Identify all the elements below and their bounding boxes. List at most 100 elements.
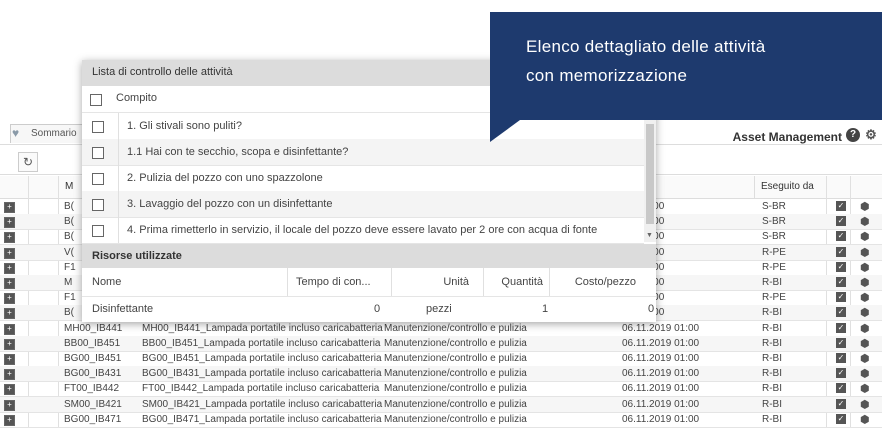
resources-title: Risorse utilizzate <box>92 250 182 262</box>
cell-executed-by: R-BI <box>762 322 782 334</box>
table-row[interactable]: + BG00_IB471 BG00_IB471_Lampada portatile … <box>0 412 882 428</box>
asset-cube-icon[interactable]: ⬢ <box>860 337 870 352</box>
expand-row-icon[interactable]: + <box>4 384 15 396</box>
task-row[interactable]: 3. Lavaggio del pozzo con un disinfettan… <box>82 191 644 218</box>
gear-icon[interactable]: ⚙ <box>864 128 878 142</box>
expand-row-icon[interactable]: + <box>4 369 15 381</box>
task-row[interactable]: 1.1 Hai con te secchio, scopa e disinfet… <box>82 139 644 166</box>
row-checkbox[interactable]: ✓ <box>836 322 846 333</box>
task-checkbox[interactable] <box>92 121 104 133</box>
asset-cube-icon[interactable]: ⬢ <box>860 367 870 382</box>
row-checkbox[interactable]: ✓ <box>836 201 846 211</box>
row-checkbox[interactable]: ✓ <box>836 261 846 272</box>
task-row[interactable]: 4. Prima rimetterlo in servizio, il loca… <box>82 217 644 244</box>
cell-executed-by: R-PE <box>762 246 786 258</box>
cell-executed-by: R-BI <box>762 368 782 380</box>
asset-cube-icon[interactable]: ⬢ <box>860 291 870 306</box>
asset-cube-icon[interactable]: ⬢ <box>860 382 870 397</box>
asset-cube-icon[interactable]: ⬢ <box>860 306 870 321</box>
table-row[interactable]: + MH00_IB441 MH00_IB441_Lampada portatile … <box>0 321 882 337</box>
dialog-title: Lista di controllo delle attività <box>92 66 233 78</box>
row-checkbox[interactable]: ✓ <box>836 413 846 424</box>
row-checkbox[interactable]: ✓ <box>836 216 846 227</box>
task-checkbox[interactable] <box>92 173 104 185</box>
row-checkbox[interactable]: ✓ <box>836 292 846 303</box>
cell-executed-by: R-PE <box>762 261 786 273</box>
resource-quantita: 1 <box>542 303 549 315</box>
table-row[interactable]: + BB00_IB451 BB00_IB451_Lampada portatile … <box>0 335 882 352</box>
expand-row-icon[interactable]: + <box>4 399 15 411</box>
task-label: 2. Pulizia del pozzo con uno spazzolone <box>118 165 323 191</box>
cell-type: Manutenzione/controllo e pulizia <box>384 337 527 349</box>
expand-row-icon[interactable]: + <box>4 338 15 350</box>
task-checkbox[interactable] <box>92 199 104 211</box>
expand-row-icon[interactable]: + <box>4 202 15 213</box>
expand-row-icon[interactable]: + <box>4 217 15 229</box>
cell-executed-by: S-BR <box>762 216 786 228</box>
row-checkbox[interactable]: ✓ <box>836 398 846 409</box>
cell-executed-by: R-BI <box>762 337 782 349</box>
callout-tail <box>490 120 520 142</box>
asset-cube-icon[interactable]: ⬢ <box>860 413 870 428</box>
asset-cube-icon[interactable]: ⬢ <box>860 322 870 337</box>
task-row[interactable]: 2. Pulizia del pozzo con uno spazzolone <box>82 165 644 192</box>
column-header-nome[interactable]: Nome <box>82 268 288 296</box>
expand-row-icon[interactable]: + <box>4 293 15 305</box>
expand-row-icon[interactable]: + <box>4 354 15 365</box>
table-row[interactable]: + SM00_IB421 SM00_IB421_Lampada portatile … <box>0 396 882 413</box>
cell-type: Manutenzione/controllo e pulizia <box>384 383 527 395</box>
asset-cube-icon[interactable]: ⬢ <box>860 246 870 261</box>
column-header-unita[interactable]: Unità <box>392 268 484 296</box>
asset-cube-icon[interactable]: ⬢ <box>860 352 870 367</box>
asset-cube-icon[interactable]: ⬢ <box>860 398 870 413</box>
scroll-down-icon[interactable]: ▼ <box>646 232 653 239</box>
row-checkbox[interactable]: ✓ <box>836 337 846 348</box>
column-header-tempo[interactable]: Tempo di con... <box>288 268 392 296</box>
refresh-icon[interactable]: ↻ <box>18 152 38 172</box>
expand-row-icon[interactable]: + <box>4 414 15 426</box>
resource-nome: Disinfettante <box>92 303 154 315</box>
row-checkbox[interactable]: ✓ <box>836 307 846 318</box>
cell-id: B( <box>64 216 74 228</box>
asset-cube-icon[interactable]: ⬢ <box>860 230 870 245</box>
cell-type: Manutenzione/controllo e pulizia <box>384 398 527 410</box>
cell-type: Manutenzione/controllo e pulizia <box>384 368 527 380</box>
cell-date: 06.11.2019 01:00 <box>622 353 700 364</box>
help-icon[interactable]: ? <box>846 128 860 142</box>
resource-costo: 0 <box>648 303 655 315</box>
row-checkbox[interactable]: ✓ <box>836 277 846 287</box>
task-checkbox[interactable] <box>92 225 104 237</box>
select-all-checkbox[interactable] <box>90 94 102 106</box>
row-checkbox[interactable]: ✓ <box>836 368 846 379</box>
row-checkbox[interactable]: ✓ <box>836 246 846 257</box>
cell-executed-by: R-BI <box>762 398 782 410</box>
cell-name: BG00_IB451_Lampada portatile incluso car… <box>142 353 382 364</box>
column-header-costo[interactable]: Costo/pezzo <box>550 268 644 296</box>
expand-row-icon[interactable]: + <box>4 308 15 320</box>
column-header-quantita[interactable]: Quantità <box>484 268 550 296</box>
asset-cube-icon[interactable]: ⬢ <box>860 200 870 215</box>
expand-row-icon[interactable]: + <box>4 323 15 335</box>
expand-row-icon[interactable]: + <box>4 278 15 289</box>
task-label: 4. Prima rimetterlo in servizio, il loca… <box>118 217 597 243</box>
expand-row-icon[interactable]: + <box>4 232 15 244</box>
asset-cube-icon[interactable]: ⬢ <box>860 276 870 291</box>
row-checkbox[interactable]: ✓ <box>836 353 846 363</box>
asset-cube-icon[interactable]: ⬢ <box>860 215 870 230</box>
expand-row-icon[interactable]: + <box>4 262 15 274</box>
table-row[interactable]: + BG00_IB451 BG00_IB451_Lampada portatile … <box>0 351 882 367</box>
row-checkbox[interactable]: ✓ <box>836 383 846 394</box>
app-title: Asset Management <box>732 130 842 144</box>
table-row[interactable]: + BG00_IB431 BG00_IB431_Lampada portatile … <box>0 366 882 383</box>
scrollbar-thumb[interactable] <box>646 124 654 224</box>
cell-type: Manutenzione/controllo e pulizia <box>384 413 527 425</box>
row-checkbox[interactable]: ✓ <box>836 231 846 242</box>
asset-cube-icon[interactable]: ⬢ <box>860 261 870 276</box>
table-row[interactable]: + FT00_IB442 FT00_IB442_Lampada portatile … <box>0 381 882 398</box>
task-checkbox[interactable] <box>92 147 104 159</box>
cell-executed-by: R-BI <box>762 383 782 395</box>
cell-executed-by: R-PE <box>762 292 786 304</box>
column-header-eseguito-da[interactable]: Eseguito da <box>754 176 826 198</box>
callout-line-2: con memorizzazione <box>526 66 688 85</box>
expand-row-icon[interactable]: + <box>4 247 15 259</box>
